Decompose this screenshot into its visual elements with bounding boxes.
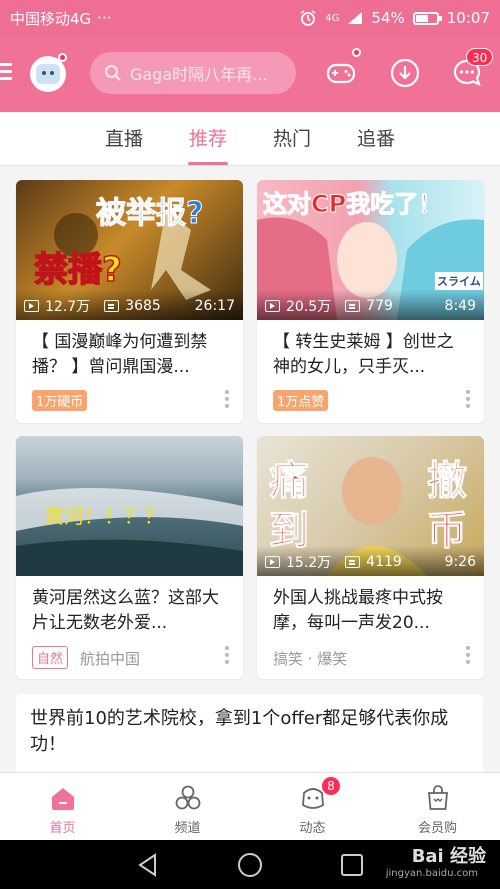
nav-home-label: 首页 <box>49 821 76 836</box>
battery-percent: 54% <box>371 9 405 27</box>
more-options-icon[interactable] <box>225 390 229 408</box>
duration: 9:26 <box>444 554 476 570</box>
bottom-nav: 首页 频道 8 动态 会员购 <box>0 772 500 840</box>
video-tag: 自然 <box>32 646 69 669</box>
danmaku-count: 3685 <box>125 298 161 314</box>
video-title[interactable]: 【 国漫巅峰为何遭到禁播？ 】曾问鼎国漫... <box>32 330 222 380</box>
tab-bangumi[interactable]: 追番 <box>334 112 418 165</box>
search-input[interactable]: Gaga时隔八年再... <box>90 52 296 94</box>
video-meta: 搞笑 · 爆笑 <box>273 650 348 668</box>
thumb-text-1: 黄河！！？？ <box>44 504 164 528</box>
channel-icon <box>175 785 200 810</box>
video-title[interactable]: 黄河居然这么蓝？这部大片让无数老外爱... <box>32 586 222 636</box>
clock: 10:07 <box>446 9 490 27</box>
status-dots: ··· <box>97 9 112 27</box>
nav-feed-label: 动态 <box>299 821 326 836</box>
feed-badge: 8 <box>322 777 340 795</box>
home-icon <box>51 788 74 810</box>
game-center-icon[interactable] <box>324 56 358 90</box>
battery-icon <box>412 11 442 25</box>
home-circle-icon[interactable] <box>237 852 263 878</box>
thumb-text-1: 这对CP我吃了！ <box>262 190 443 219</box>
danmaku-icon <box>104 300 120 312</box>
video-card[interactable]: 痛 到 撤 币 15.2万 4119 9:26 外国人挑战最疼中式按摩，每叫一声… <box>257 436 484 679</box>
nav-shop-label: 会员购 <box>417 821 457 836</box>
danmaku-icon <box>345 300 361 312</box>
view-count: 15.2万 <box>286 555 332 571</box>
status-bar: 中国移动4G ··· 4G 54% 10:07 <box>0 0 500 36</box>
back-icon[interactable] <box>135 852 161 878</box>
view-count: 12.7万 <box>45 299 91 315</box>
article-card[interactable]: 世界前10的艺术院校，拿到1个offer都足够代表你成功！ <box>16 694 483 774</box>
duration: 8:49 <box>444 298 476 314</box>
duration: 26:17 <box>194 298 235 314</box>
nav-channel[interactable]: 频道 <box>125 773 250 840</box>
avatar-face-icon <box>36 64 60 84</box>
video-title[interactable]: 外国人挑战最疼中式按摩，每叫一声发20... <box>273 586 463 636</box>
video-thumbnail[interactable]: 这对CP我吃了！ スライム 20.5万 779 8:49 <box>257 180 484 320</box>
nav-channel-label: 频道 <box>174 821 201 836</box>
video-card[interactable]: 黄河！！？？ 黄河居然这么蓝？这部大片让无数老外爱... 自然 航拍中国 <box>16 436 243 679</box>
video-card[interactable]: 被举报? 禁播? 12.7万 3685 26:17 【 国漫巅峰为何遭到禁播？ … <box>16 180 243 423</box>
nav-home[interactable]: 首页 <box>0 773 125 840</box>
avatar[interactable] <box>30 53 67 92</box>
video-stats: 20.5万 779 8:49 <box>265 296 476 316</box>
danmaku-icon <box>345 556 361 568</box>
tab-live[interactable]: 直播 <box>82 112 166 165</box>
more-options-icon[interactable] <box>466 646 470 664</box>
tab-hot[interactable]: 热门 <box>250 112 334 165</box>
recents-icon[interactable] <box>339 852 365 878</box>
menu-icon[interactable] <box>0 63 12 81</box>
carrier-label: 中国移动4G <box>10 9 92 28</box>
download-icon[interactable] <box>388 56 422 90</box>
thumb-text-2: 禁播? <box>33 249 122 291</box>
view-count: 20.5万 <box>286 299 332 315</box>
danmaku-count: 4119 <box>366 554 402 570</box>
thumb-text-2: スライム <box>435 272 483 290</box>
video-stats: 12.7万 3685 26:17 <box>24 296 235 316</box>
video-thumbnail[interactable]: 被举报? 禁播? 12.7万 3685 26:17 <box>16 180 243 320</box>
danmaku-count: 779 <box>366 298 393 314</box>
game-red-dot <box>352 48 361 57</box>
top-tabs: 直播 推荐 热门 追番 <box>0 112 500 166</box>
play-count-icon <box>265 300 280 312</box>
watermark-text: Bai 经验 <box>411 846 486 867</box>
network-label: 4G <box>325 12 340 24</box>
video-stats: 15.2万 4119 9:26 <box>265 552 476 572</box>
search-icon <box>105 65 121 81</box>
tab-recommend[interactable]: 推荐 <box>166 112 250 165</box>
thumb-text-1: 被举报? <box>95 196 204 232</box>
message-badge: 30 <box>466 48 494 66</box>
more-options-icon[interactable] <box>225 646 229 664</box>
video-thumbnail[interactable]: 痛 到 撤 币 15.2万 4119 9:26 <box>257 436 484 576</box>
avatar-red-dot <box>58 53 67 62</box>
video-title[interactable]: 【 转生史莱姆 】创世之神的女儿，只手灭... <box>273 330 463 380</box>
video-card[interactable]: 这对CP我吃了！ スライム 20.5万 779 8:49 【 转生史莱姆 】创世… <box>257 180 484 423</box>
shop-icon <box>427 785 448 810</box>
article-title[interactable]: 世界前10的艺术院校，拿到1个offer都足够代表你成功！ <box>30 706 470 758</box>
nav-feed[interactable]: 8 动态 <box>250 773 375 840</box>
more-options-icon[interactable] <box>466 390 470 408</box>
video-tag: 1万硬币 <box>32 390 88 411</box>
signal-icon <box>348 12 363 24</box>
video-thumbnail[interactable]: 黄河！！？？ <box>16 436 243 576</box>
search-placeholder: Gaga时隔八年再... <box>130 65 268 84</box>
app-header: Gaga时隔八年再... 30 <box>0 36 500 112</box>
alarm-icon <box>300 10 316 26</box>
video-meta: 航拍中国 <box>80 650 141 668</box>
watermark-url: jingyan.baidu.com <box>385 868 478 879</box>
play-count-icon <box>24 300 39 312</box>
nav-shop[interactable]: 会员购 <box>375 773 500 840</box>
video-tag: 1万点赞 <box>273 390 329 411</box>
play-count-icon <box>265 556 280 568</box>
